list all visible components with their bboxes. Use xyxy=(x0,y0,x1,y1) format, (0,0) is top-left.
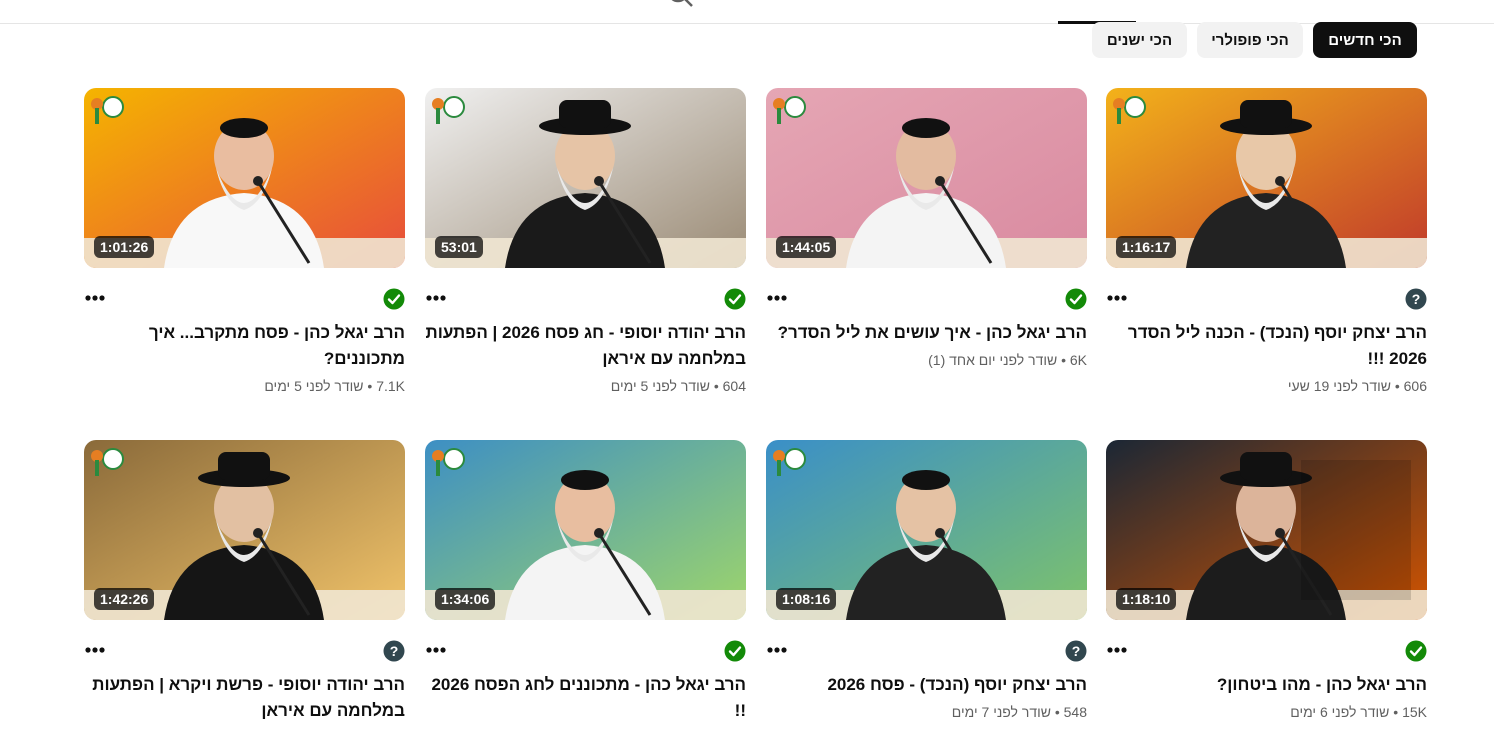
video-title[interactable]: הרב יהודה יוסופי - פרשת ויקרא | הפתעות ב… xyxy=(84,672,405,724)
upload-age: שודר לפני 5 ימים xyxy=(610,378,710,394)
video-meta-row: ? xyxy=(84,640,405,666)
view-count: 6K xyxy=(1069,352,1087,368)
check-circle-icon xyxy=(724,640,746,662)
svg-text:?: ? xyxy=(1412,291,1421,307)
video-meta-row xyxy=(766,288,1087,314)
question-circle-icon: ? xyxy=(1405,288,1427,310)
view-count: 606 xyxy=(1403,378,1427,394)
check-circle-icon xyxy=(724,288,746,310)
video-stats: 606 • שודר לפני 19 שעי xyxy=(1106,378,1427,394)
video-thumbnail[interactable]: 1:16:17 xyxy=(1106,88,1427,268)
video-meta-row: ? xyxy=(766,640,1087,666)
channel-logo xyxy=(1110,92,1148,130)
channel-tabs xyxy=(0,0,1494,24)
separator-dot: • xyxy=(1057,352,1070,368)
video-thumbnail[interactable]: 1:42:26 xyxy=(84,440,405,620)
video-meta-row xyxy=(425,288,746,314)
more-options-icon[interactable] xyxy=(84,642,108,658)
more-options-icon[interactable] xyxy=(425,290,449,306)
video-duration: 1:18:10 xyxy=(1116,588,1177,610)
video-title[interactable]: הרב יגאל כהן - פסח מתקרב... איך מתכוננים… xyxy=(84,320,405,372)
channel-logo xyxy=(429,444,467,482)
video-card[interactable]: 1:44:05 הרב יגאל כהן - איך עושים את ליל ה… xyxy=(766,88,1087,408)
video-thumbnail[interactable]: 53:01 xyxy=(425,88,746,268)
video-card[interactable]: 1:01:26 הרב יגאל כהן - פסח מתקרב... איך מ… xyxy=(84,88,405,408)
channel-logo xyxy=(770,92,808,130)
channel-logo xyxy=(429,92,467,130)
separator-dot: • xyxy=(1389,704,1403,720)
video-title[interactable]: הרב יהודה יוסופי - חג פסח 2026 | הפתעות … xyxy=(425,320,746,372)
video-thumbnail[interactable]: 1:34:06 xyxy=(425,440,746,620)
more-options-icon[interactable] xyxy=(1106,290,1130,306)
video-stats: 6K • שודר לפני יום אחד (1) xyxy=(766,352,1087,368)
upload-age: שודר לפני 7 ימים xyxy=(951,704,1051,720)
video-card[interactable]: 53:01 הרב יהודה יוסופי - חג פסח 2026 | הפ… xyxy=(425,88,746,408)
view-count: 548 xyxy=(1063,704,1087,720)
upload-age: שודר לפני 19 שעי xyxy=(1287,378,1391,394)
video-duration: 53:01 xyxy=(435,236,483,258)
check-circle-icon xyxy=(383,288,405,310)
video-card[interactable]: 1:18:10 הרב יגאל כהן - מהו ביטחון? 15K • ש… xyxy=(1106,440,1427,737)
video-title[interactable]: הרב יצחק יוסף (הנכד) - פסח 2026 xyxy=(766,672,1087,698)
view-count: 604 xyxy=(722,378,746,394)
channel-logo xyxy=(88,92,126,130)
video-card[interactable]: 1:08:16? הרב יצחק יוסף (הנכד) - פסח 2026 5… xyxy=(766,440,1087,737)
separator-dot: • xyxy=(709,378,723,394)
more-options-icon[interactable] xyxy=(766,290,790,306)
video-thumbnail[interactable]: 1:01:26 xyxy=(84,88,405,268)
video-title[interactable]: הרב יגאל כהן - מתכוננים לחג הפסח 2026 !! xyxy=(425,672,746,724)
svg-text:?: ? xyxy=(1072,643,1081,659)
video-meta-row xyxy=(84,288,405,314)
video-title[interactable]: הרב יצחק יוסף (הנכד) - הכנה ליל הסדר 202… xyxy=(1106,320,1427,372)
more-options-icon[interactable] xyxy=(766,642,790,658)
video-title[interactable]: הרב יגאל כהן - מהו ביטחון? xyxy=(1106,672,1427,698)
separator-dot: • xyxy=(1390,378,1404,394)
video-card[interactable]: 1:42:26? הרב יהודה יוסופי - פרשת ויקרא | … xyxy=(84,440,405,737)
question-circle-icon: ? xyxy=(1065,640,1087,662)
video-duration: 1:01:26 xyxy=(94,236,155,258)
svg-text:?: ? xyxy=(390,643,399,659)
video-duration: 1:42:26 xyxy=(94,588,155,610)
chip-oldest[interactable]: הכי ישנים xyxy=(1092,22,1187,58)
upload-age: שודר לפני 6 ימים xyxy=(1290,704,1390,720)
more-options-icon[interactable] xyxy=(84,290,108,306)
chip-popular[interactable]: הכי פופולרי xyxy=(1197,22,1303,58)
video-duration: 1:34:06 xyxy=(435,588,496,610)
video-duration: 1:44:05 xyxy=(776,236,837,258)
separator-dot: • xyxy=(363,378,377,394)
check-circle-icon xyxy=(1405,640,1427,662)
more-options-icon[interactable] xyxy=(425,642,449,658)
view-count: 7.1K xyxy=(376,378,405,394)
channel-logo xyxy=(770,444,808,482)
video-stats: 548 • שודר לפני 7 ימים xyxy=(766,704,1087,720)
chip-newest[interactable]: הכי חדשים xyxy=(1313,22,1417,58)
video-meta-row xyxy=(425,640,746,666)
question-circle-icon: ? xyxy=(383,640,405,662)
video-meta-row xyxy=(1106,640,1427,666)
check-circle-icon xyxy=(1065,288,1087,310)
video-card[interactable]: 1:34:06 הרב יגאל כהן - מתכוננים לחג הפסח … xyxy=(425,440,746,737)
separator-dot: • xyxy=(1050,704,1064,720)
video-thumbnail[interactable]: 1:08:16 xyxy=(766,440,1087,620)
upload-age: שודר לפני יום אחד (1) xyxy=(928,352,1058,368)
upload-age: שודר לפני 5 ימים xyxy=(264,378,364,394)
view-count: 15K xyxy=(1402,704,1427,720)
more-options-icon[interactable] xyxy=(1106,642,1130,658)
video-card[interactable]: 1:16:17? הרב יצחק יוסף (הנכד) - הכנה ליל … xyxy=(1106,88,1427,408)
video-stats: 7.1K • שודר לפני 5 ימים xyxy=(84,378,405,394)
video-thumbnail[interactable]: 1:44:05 xyxy=(766,88,1087,268)
video-duration: 1:08:16 xyxy=(776,588,837,610)
video-meta-row: ? xyxy=(1106,288,1427,314)
video-title[interactable]: הרב יגאל כהן - איך עושים את ליל הסדר? xyxy=(766,320,1087,346)
search-icon[interactable] xyxy=(666,0,694,8)
video-thumbnail[interactable]: 1:18:10 xyxy=(1106,440,1427,620)
video-stats: 15K • שודר לפני 6 ימים xyxy=(1106,704,1427,720)
video-stats: 604 • שודר לפני 5 ימים xyxy=(425,378,746,394)
video-duration: 1:16:17 xyxy=(1116,236,1177,258)
channel-logo xyxy=(88,444,126,482)
